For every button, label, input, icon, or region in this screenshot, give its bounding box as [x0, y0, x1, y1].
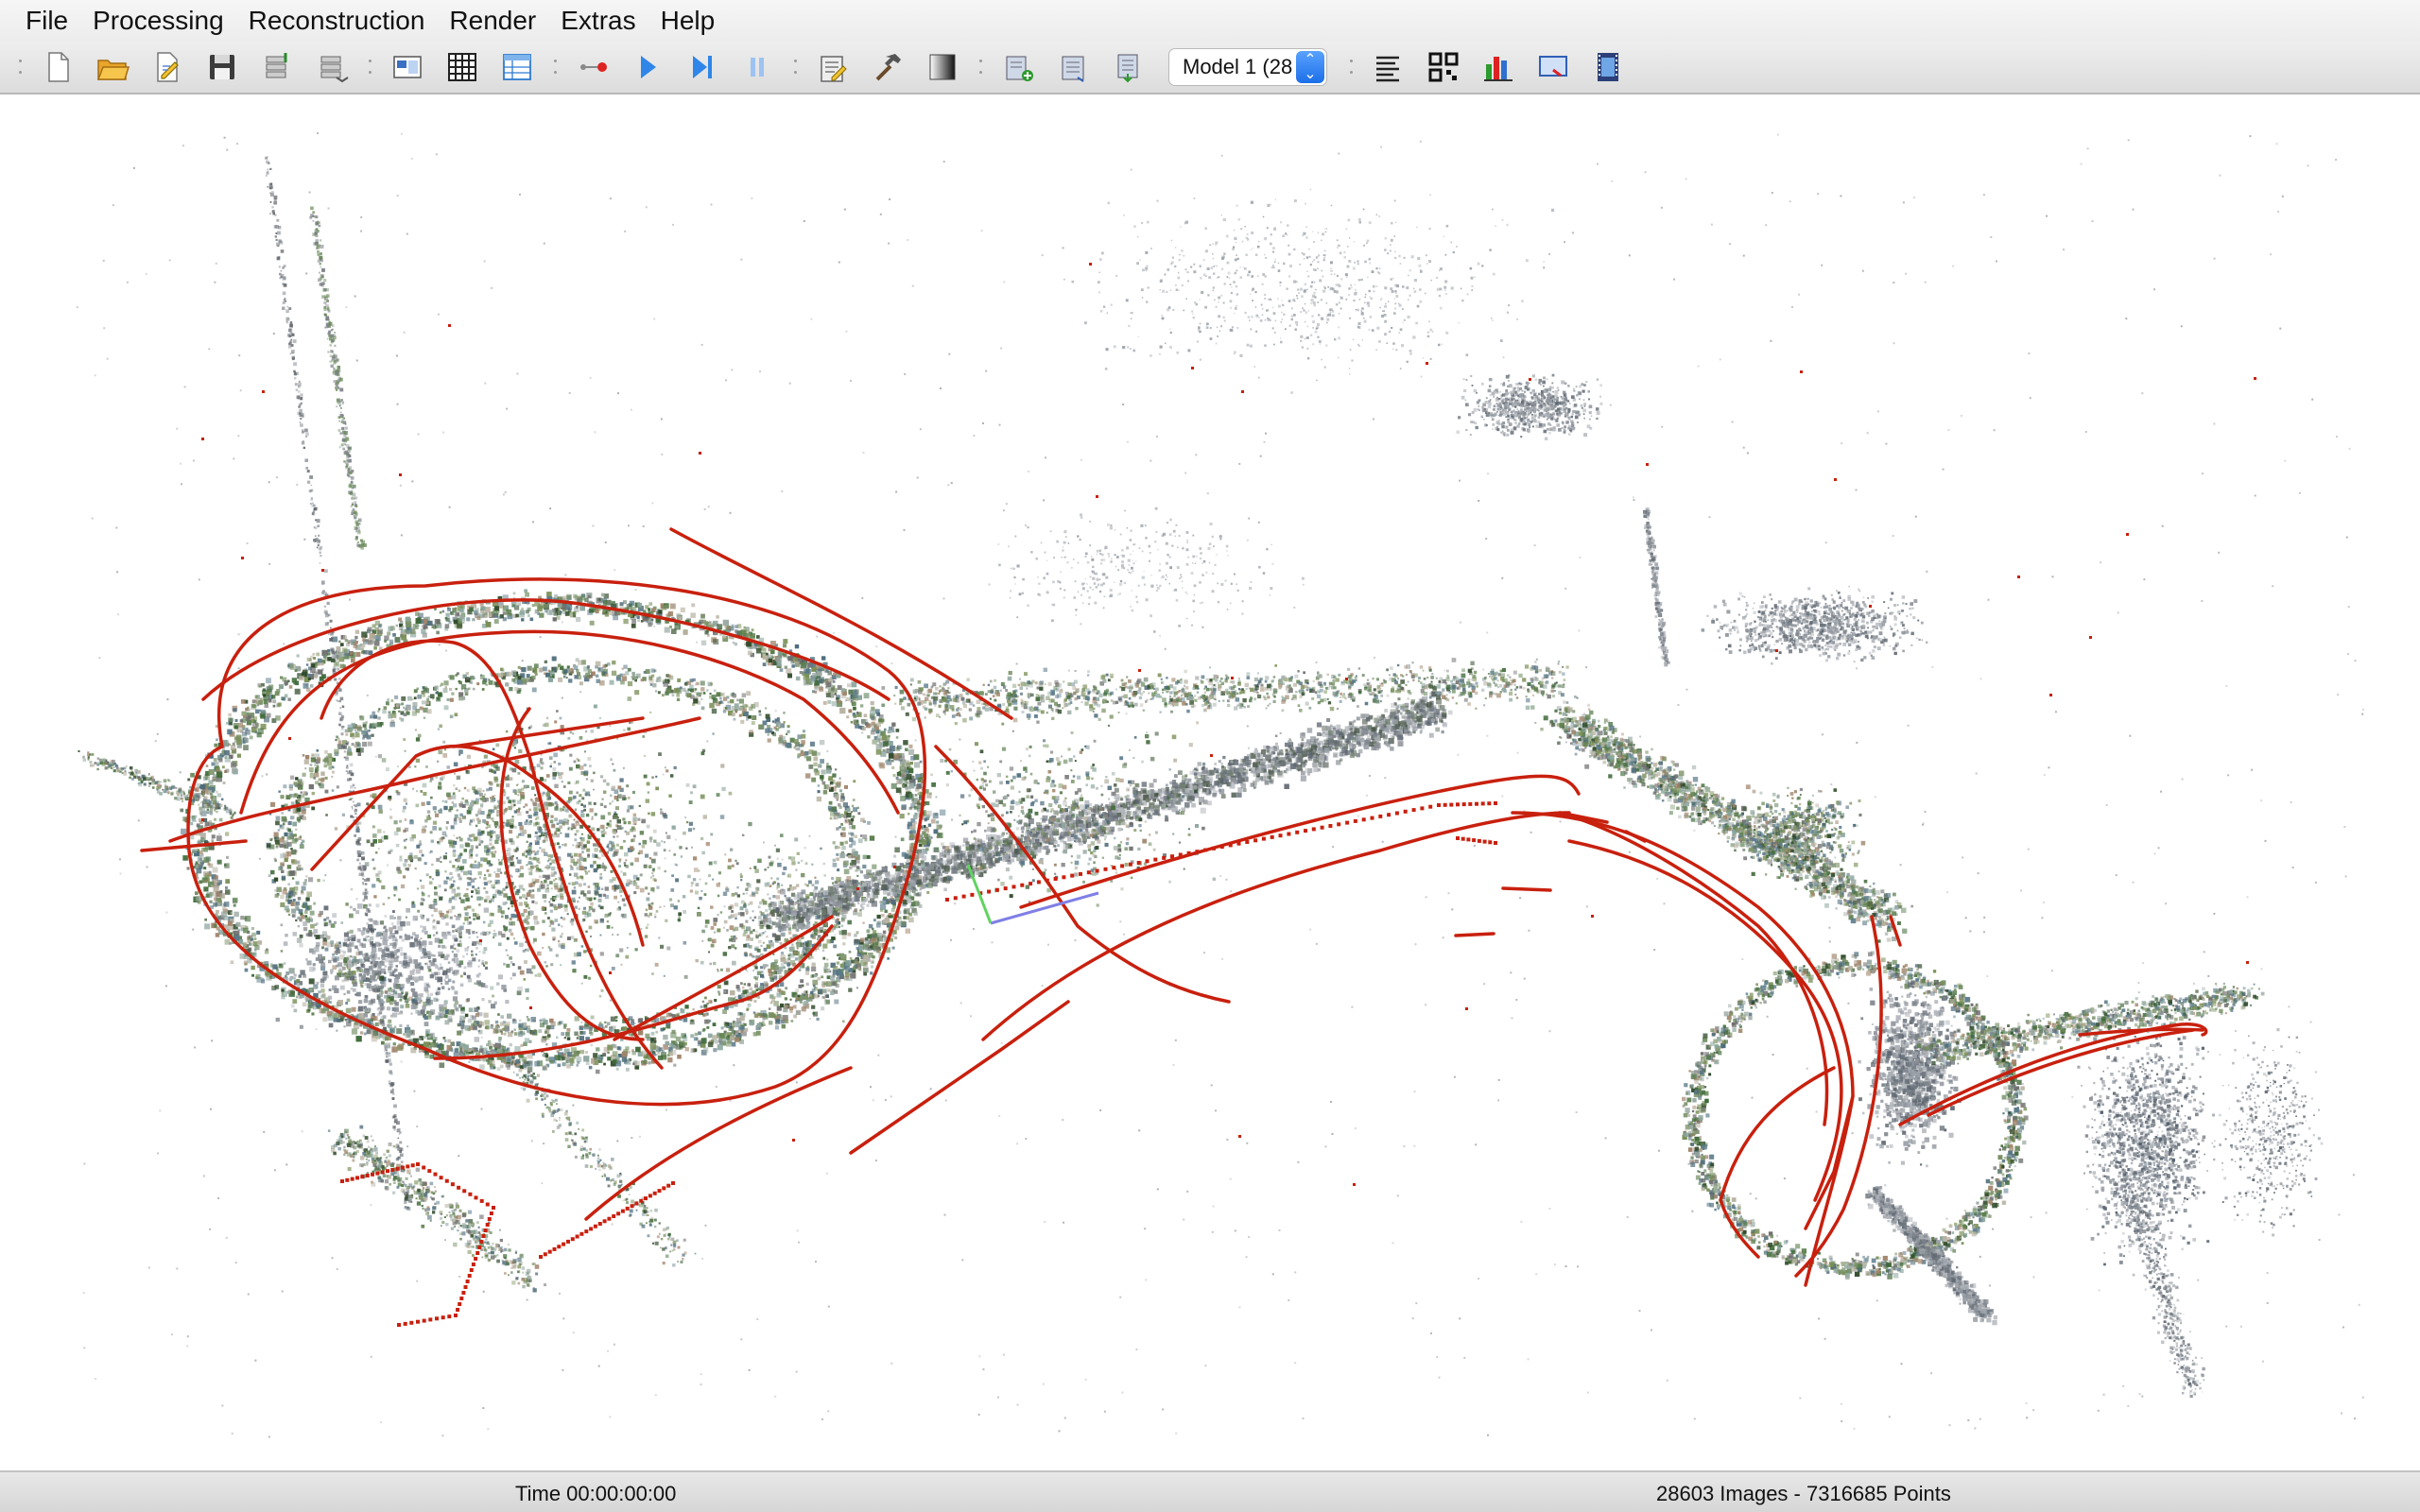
dense-reconstruction-icon[interactable] [920, 44, 965, 90]
feature-matching-icon[interactable] [440, 44, 485, 90]
toolbar-separator [365, 50, 374, 84]
reset-view-icon[interactable] [1050, 44, 1096, 90]
menu-reconstruction[interactable]: Reconstruction [236, 0, 438, 42]
model-statistics-icon[interactable] [1476, 44, 1521, 90]
status-time: Time 00:00:00:00 [515, 1482, 676, 1506]
import-model-icon[interactable] [254, 44, 300, 90]
grab-movie-icon[interactable] [1585, 44, 1631, 90]
status-bar: Time 00:00:00:00 28603 Images - 7316685 … [0, 1470, 2420, 1512]
axis-x-line [990, 891, 1099, 925]
toolbar: Model 1 (28 ⌃ ⌄ [0, 42, 2420, 94]
open-project-icon[interactable] [90, 44, 135, 90]
status-image-point-count: 28603 Images - 7316685 Points [1656, 1482, 1951, 1506]
toolbar-separator [15, 50, 25, 84]
3d-viewport[interactable] [0, 94, 2420, 1470]
point-cloud [76, 132, 2364, 1438]
start-reconstruction-icon[interactable] [625, 44, 670, 90]
match-matrix-icon[interactable] [1421, 44, 1466, 90]
step-reconstruction-icon[interactable] [680, 44, 725, 90]
reconstruction-options-icon[interactable] [810, 44, 856, 90]
model-select-value: Model 1 (28 [1183, 55, 1294, 79]
menu-extras[interactable]: Extras [548, 0, 648, 42]
grab-screenshot-icon[interactable] [1530, 44, 1576, 90]
save-project-icon[interactable] [199, 44, 245, 90]
chevron-up-down-icon: ⌃ ⌄ [1296, 51, 1324, 83]
new-project-icon[interactable] [35, 44, 80, 90]
menu-help[interactable]: Help [648, 0, 728, 42]
pause-reconstruction-icon[interactable] [735, 44, 780, 90]
point-cloud-canvas[interactable] [0, 94, 2420, 1470]
toolbar-separator [1346, 50, 1356, 84]
menu-file[interactable]: File [13, 0, 80, 42]
toolbar-separator [550, 50, 560, 84]
toolbar-separator [790, 50, 800, 84]
camera-dots [201, 263, 2256, 1327]
export-model-icon[interactable] [309, 44, 354, 90]
database-management-icon[interactable] [494, 44, 540, 90]
edit-project-icon[interactable] [145, 44, 190, 90]
menu-bar: File Processing Reconstruction Render Ex… [0, 0, 2420, 42]
show-log-icon[interactable] [1366, 44, 1411, 90]
model-select[interactable]: Model 1 (28 ⌃ ⌄ [1168, 48, 1327, 86]
feature-extraction-icon[interactable] [385, 44, 430, 90]
toolbar-separator [976, 50, 985, 84]
grab-image-icon[interactable] [1105, 44, 1150, 90]
automatic-reconstruction-icon[interactable] [570, 44, 615, 90]
render-options-icon[interactable] [995, 44, 1041, 90]
bundle-adjustment-icon[interactable] [865, 44, 910, 90]
menu-render[interactable]: Render [437, 0, 548, 42]
menu-processing[interactable]: Processing [80, 0, 236, 42]
